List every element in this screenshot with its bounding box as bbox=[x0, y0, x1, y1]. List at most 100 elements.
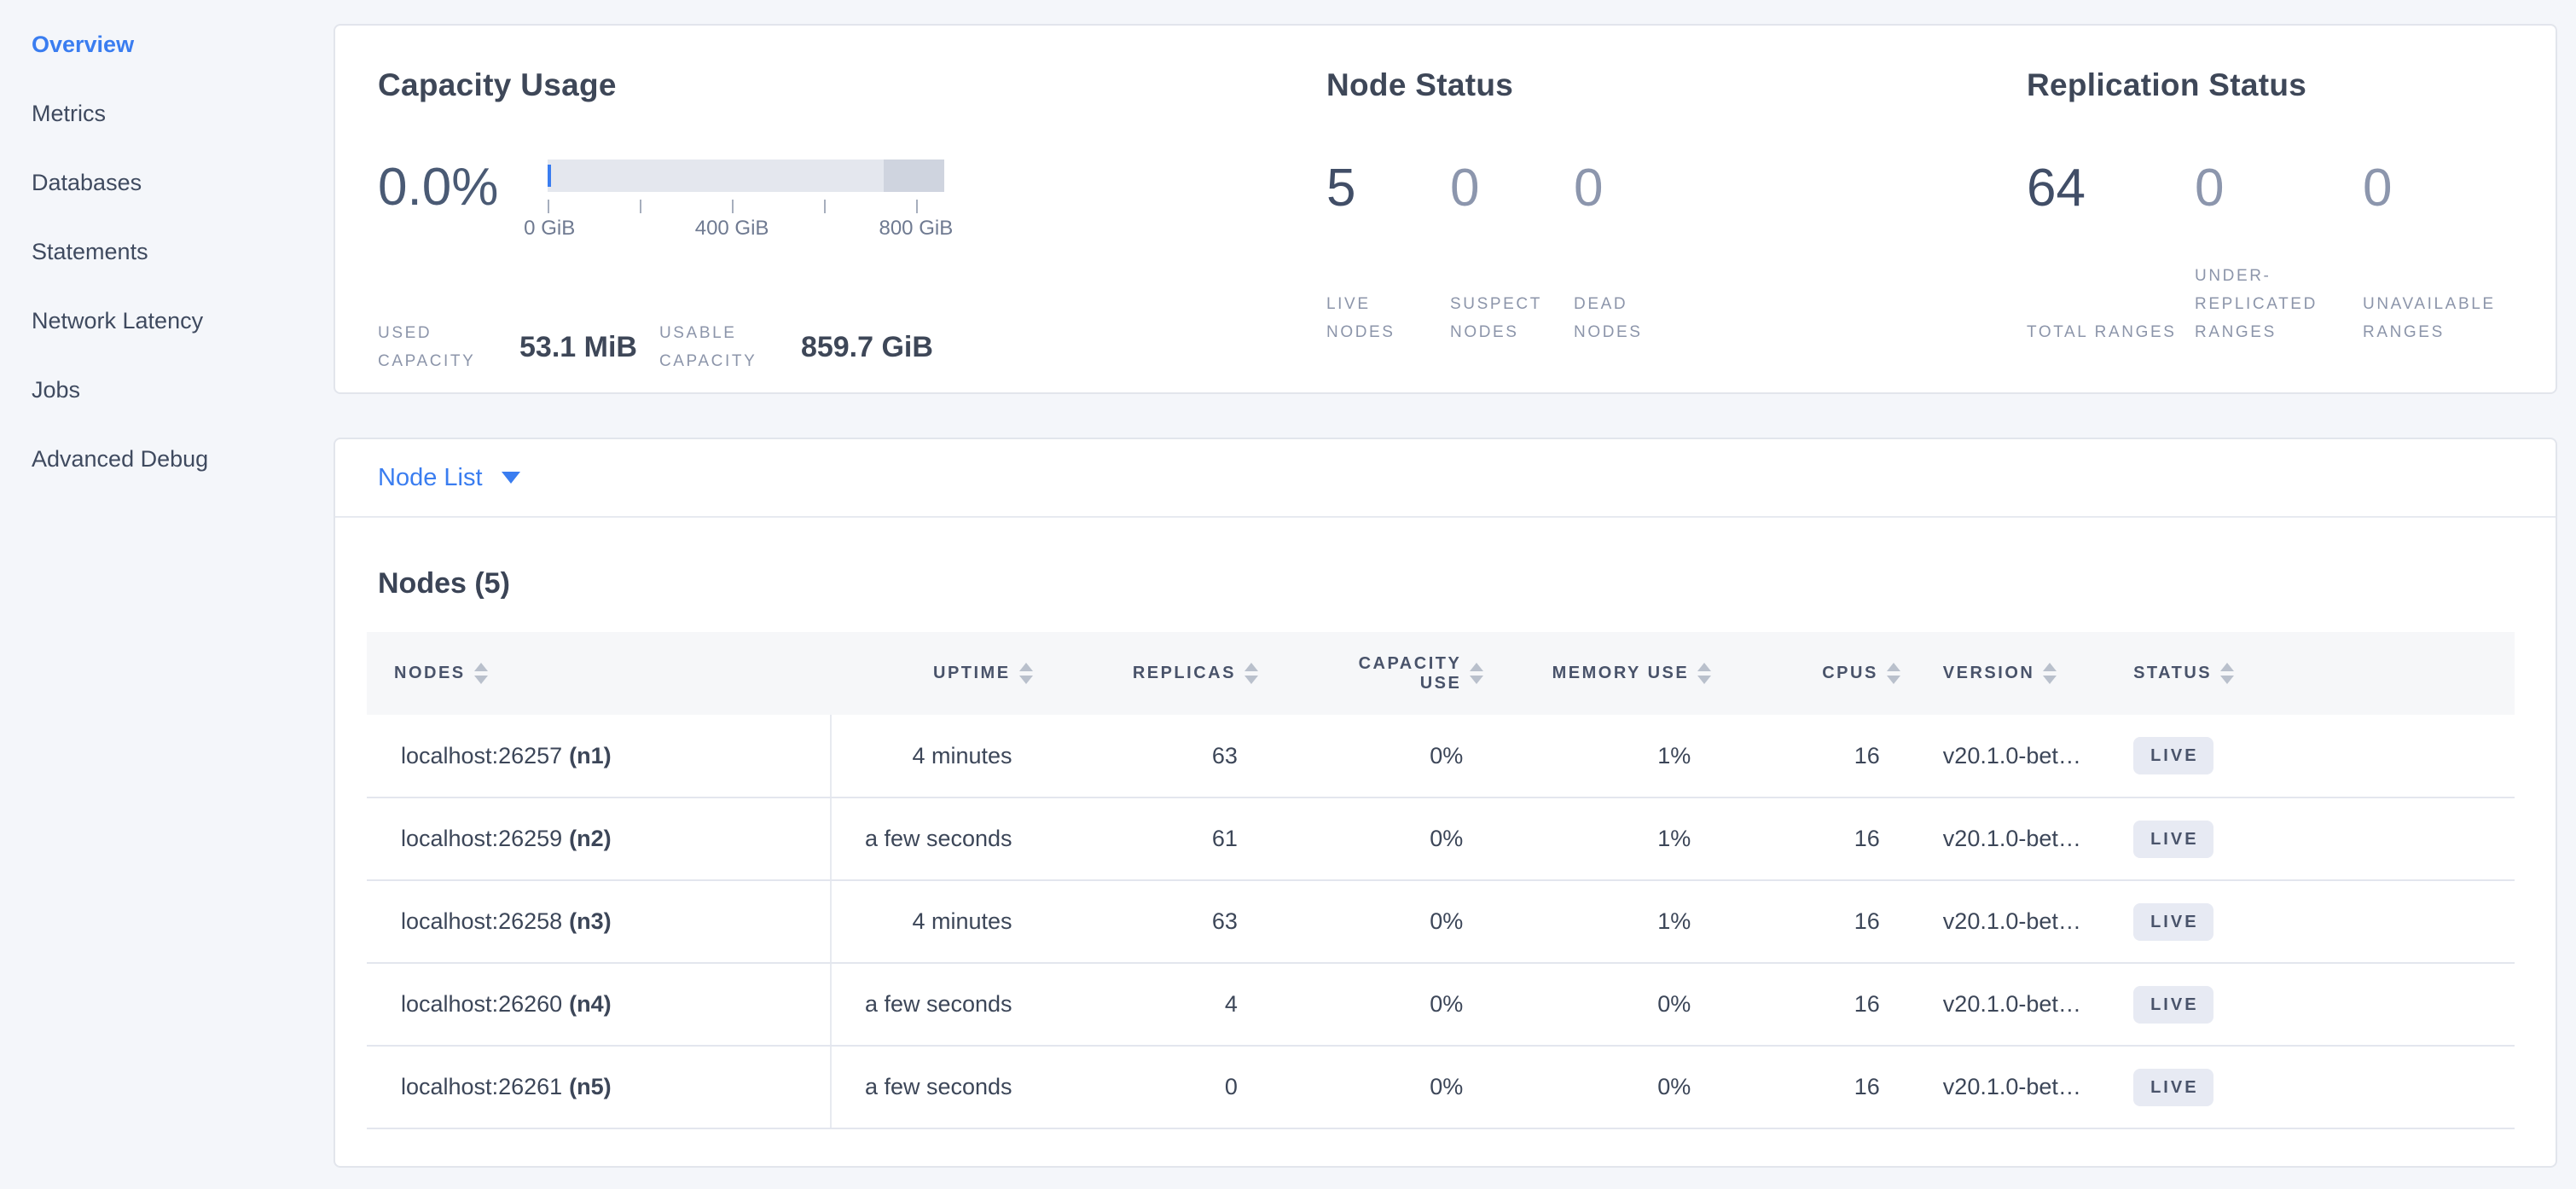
uptime-cell: 4 minutes bbox=[831, 715, 1033, 798]
node-address[interactable]: localhost:26257 bbox=[401, 743, 562, 768]
node-list-dropdown[interactable]: Node List bbox=[378, 464, 520, 492]
status-cell: LIVE bbox=[2113, 1046, 2515, 1128]
replication-status-title: Replication Status bbox=[2027, 67, 2556, 104]
uptime-cell: a few seconds bbox=[831, 798, 1033, 880]
sort-icon[interactable] bbox=[1887, 663, 1900, 684]
usable-capacity-value: 859.7 GiB bbox=[801, 331, 933, 364]
column-header-memory-use[interactable]: MEMORY USE bbox=[1483, 632, 1711, 715]
table-row: localhost:26261(n5) a few seconds 0 0% 0… bbox=[367, 1046, 2515, 1128]
live-nodes-label: LIVE NODES bbox=[1326, 290, 1450, 346]
under-replicated-ranges-value: 0 bbox=[2195, 156, 2363, 220]
sidebar-item-statements[interactable]: Statements bbox=[32, 218, 316, 287]
unavailable-ranges-value: 0 bbox=[2363, 156, 2531, 220]
live-nodes-value: 5 bbox=[1326, 156, 1450, 220]
column-header-status[interactable]: STATUS bbox=[2113, 632, 2515, 715]
nodes-table: NODES UPTIME REPLICAS CAPACITY USE MEMOR bbox=[367, 632, 2515, 1129]
main-content: Capacity Usage 0.0% 0 GiB 400 GiB 800 Gi… bbox=[334, 0, 2557, 1168]
memory-use-cell: 0% bbox=[1483, 1046, 1711, 1128]
unavailable-ranges-label: UNAVAILABLE RANGES bbox=[2363, 290, 2531, 346]
live-nodes-stat: 5 LIVE NODES bbox=[1326, 156, 1450, 346]
node-address[interactable]: localhost:26258 bbox=[401, 908, 562, 934]
sort-icon[interactable] bbox=[2043, 663, 2057, 684]
memory-use-cell: 1% bbox=[1483, 715, 1711, 798]
status-badge: LIVE bbox=[2133, 737, 2213, 774]
replicas-cell: 63 bbox=[1033, 715, 1258, 798]
sort-icon[interactable] bbox=[1697, 663, 1711, 684]
sort-icon[interactable] bbox=[1244, 663, 1258, 684]
column-header-nodes[interactable]: NODES bbox=[367, 632, 831, 715]
capacity-use-cell: 0% bbox=[1258, 1046, 1483, 1128]
node-id: (n2) bbox=[569, 826, 612, 851]
memory-use-cell: 1% bbox=[1483, 798, 1711, 880]
sidebar-item-network-latency[interactable]: Network Latency bbox=[32, 287, 316, 356]
version-cell: v20.1.0-bet… bbox=[1900, 963, 2113, 1046]
node-status-section: Node Status 5 LIVE NODES 0 SUSPECT NODES… bbox=[1326, 67, 2027, 392]
capacity-usage-title: Capacity Usage bbox=[378, 67, 1326, 104]
node-id: (n1) bbox=[569, 743, 612, 768]
node-address[interactable]: localhost:26260 bbox=[401, 991, 562, 1017]
sort-icon[interactable] bbox=[1019, 663, 1033, 684]
capacity-gauge: 0 GiB 400 GiB 800 GiB bbox=[548, 160, 944, 242]
cpus-cell: 16 bbox=[1711, 798, 1900, 880]
node-list-dropdown-label: Node List bbox=[378, 464, 483, 492]
cpus-cell: 16 bbox=[1711, 715, 1900, 798]
node-address-cell[interactable]: localhost:26260(n4) bbox=[367, 963, 831, 1046]
column-label: CAPACITY USE bbox=[1342, 654, 1461, 693]
sidebar: Overview Metrics Databases Statements Ne… bbox=[0, 0, 316, 1189]
table-row: localhost:26258(n3) 4 minutes 63 0% 1% 1… bbox=[367, 880, 2515, 963]
node-id: (n5) bbox=[569, 1074, 612, 1099]
node-address-cell[interactable]: localhost:26259 (n2) bbox=[367, 798, 831, 880]
axis-label-400gib: 400 GiB bbox=[695, 217, 769, 241]
used-capacity-label: USED CAPACITY bbox=[378, 319, 508, 375]
column-label: STATUS bbox=[2133, 664, 2212, 683]
used-capacity-value: 53.1 MiB bbox=[519, 331, 637, 364]
under-replicated-ranges-stat: 0 UNDER-REPLICATED RANGES bbox=[2195, 156, 2363, 346]
node-address[interactable]: localhost:26261 bbox=[401, 1074, 562, 1099]
node-address-cell[interactable]: localhost:26257 (n1) bbox=[367, 715, 831, 798]
column-label: CPUS bbox=[1822, 664, 1878, 683]
column-header-version[interactable]: VERSION bbox=[1900, 632, 2113, 715]
nodes-table-wrapper: NODES UPTIME REPLICAS CAPACITY USE MEMOR bbox=[367, 632, 2515, 1129]
column-label: VERSION bbox=[1943, 664, 2035, 683]
node-address-cell[interactable]: localhost:26258(n3) bbox=[367, 880, 831, 963]
cluster-summary-card: Capacity Usage 0.0% 0 GiB 400 GiB 800 Gi… bbox=[334, 24, 2557, 394]
column-header-cpus[interactable]: CPUS bbox=[1711, 632, 1900, 715]
node-status-title: Node Status bbox=[1326, 67, 2027, 104]
replicas-cell: 0 bbox=[1033, 1046, 1258, 1128]
status-cell: LIVE bbox=[2113, 963, 2515, 1046]
column-header-capacity-use[interactable]: CAPACITY USE bbox=[1258, 632, 1483, 715]
sidebar-item-databases[interactable]: Databases bbox=[32, 148, 316, 218]
uptime-cell: a few seconds bbox=[831, 963, 1033, 1046]
sidebar-item-advanced-debug[interactable]: Advanced Debug bbox=[32, 425, 316, 494]
capacity-percent: 0.0% bbox=[378, 155, 498, 219]
sort-icon[interactable] bbox=[474, 663, 488, 684]
column-header-uptime[interactable]: UPTIME bbox=[831, 632, 1033, 715]
node-address[interactable]: localhost:26259 bbox=[401, 826, 562, 851]
uptime-cell: 4 minutes bbox=[831, 880, 1033, 963]
sidebar-item-metrics[interactable]: Metrics bbox=[32, 79, 316, 148]
column-label: MEMORY USE bbox=[1552, 664, 1690, 683]
table-header-row: NODES UPTIME REPLICAS CAPACITY USE MEMOR bbox=[367, 632, 2515, 715]
capacity-gauge-dark-segment bbox=[884, 160, 944, 192]
capacity-use-cell: 0% bbox=[1258, 715, 1483, 798]
sort-icon[interactable] bbox=[1470, 663, 1483, 684]
under-replicated-ranges-label: UNDER-REPLICATED RANGES bbox=[2195, 262, 2363, 346]
cpus-cell: 16 bbox=[1711, 880, 1900, 963]
table-row: localhost:26259(n2) a few seconds 61 0% … bbox=[367, 798, 2515, 880]
replication-status-section: Replication Status 64 TOTAL RANGES 0 UND… bbox=[2027, 67, 2556, 392]
status-cell: LIVE bbox=[2113, 880, 2515, 963]
sort-icon[interactable] bbox=[2220, 663, 2234, 684]
dead-nodes-stat: 0 DEAD NODES bbox=[1574, 156, 1697, 346]
version-cell: v20.1.0-bet… bbox=[1900, 798, 2113, 880]
capacity-gauge-bar bbox=[548, 160, 944, 192]
axis-label-0gib: 0 GiB bbox=[524, 217, 575, 241]
sidebar-item-jobs[interactable]: Jobs bbox=[32, 356, 316, 425]
suspect-nodes-label: SUSPECT NODES bbox=[1450, 290, 1574, 346]
node-address-cell[interactable]: localhost:26261 (n5) bbox=[367, 1046, 831, 1128]
total-ranges-label: TOTAL RANGES bbox=[2027, 318, 2195, 346]
sidebar-item-overview[interactable]: Overview bbox=[32, 10, 316, 79]
replicas-cell: 63 bbox=[1033, 880, 1258, 963]
capacity-usage-section: Capacity Usage 0.0% 0 GiB 400 GiB 800 Gi… bbox=[378, 67, 1326, 392]
status-cell: LIVE bbox=[2113, 715, 2515, 798]
column-header-replicas[interactable]: REPLICAS bbox=[1033, 632, 1258, 715]
